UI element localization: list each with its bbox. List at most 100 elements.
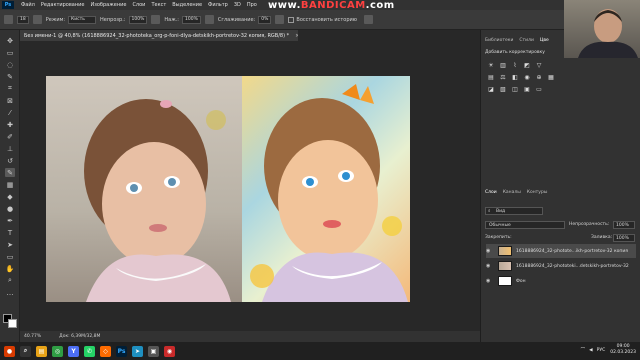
brush-settings-icon[interactable] xyxy=(32,15,42,24)
brightness-icon[interactable]: ☀ xyxy=(487,62,495,69)
mixer-brush-tool-icon[interactable] xyxy=(4,15,13,24)
pen-tool-icon[interactable]: ✒ xyxy=(5,216,15,225)
pressure-size-icon[interactable] xyxy=(363,15,373,24)
layer-opacity-input[interactable]: 100% xyxy=(613,221,635,229)
layer-row[interactable]: ◉ 1618886924_32-phototeki...detskikh-por… xyxy=(486,259,636,273)
layer-row[interactable]: ◉ Фон xyxy=(486,274,636,288)
visibility-eye-icon[interactable]: ◉ xyxy=(486,278,494,284)
mixer-brush-tool-icon[interactable]: ✎ xyxy=(5,168,15,177)
layer-thumbnail xyxy=(498,261,512,271)
yandex-icon[interactable]: Y xyxy=(68,345,79,357)
posterize-icon[interactable]: ▧ xyxy=(499,86,507,93)
fill-input[interactable]: 100% xyxy=(613,234,635,242)
artboard-tool-icon[interactable]: ▭ xyxy=(5,48,15,57)
clone-stamp-tool-icon[interactable]: ⊥ xyxy=(5,144,15,153)
smoothing-input[interactable]: 0% xyxy=(258,15,272,24)
language-indicator[interactable]: РУС xyxy=(597,348,606,353)
history-brush-tool-icon[interactable]: ↺ xyxy=(5,156,15,165)
photo-filter-icon[interactable]: ◉ xyxy=(523,74,531,81)
record-app-icon[interactable]: ● xyxy=(4,345,15,357)
bandicam-icon[interactable]: ◉ xyxy=(164,345,175,357)
gradient-map-icon[interactable]: ▭ xyxy=(535,86,543,93)
invert-icon[interactable]: ◪ xyxy=(487,86,495,93)
layer-row[interactable]: ◉ 1618886924_32-photote...ikh-portretov-… xyxy=(486,244,636,258)
layer-name[interactable]: 1618886924_32-phototeki...detskikh-portr… xyxy=(516,264,629,269)
menu-select[interactable]: Выделение xyxy=(169,2,205,8)
menu-filter[interactable]: Фильтр xyxy=(205,2,231,8)
curves-icon[interactable]: ⌇ xyxy=(511,62,519,69)
menu-text[interactable]: Текст xyxy=(148,2,169,8)
tab-color[interactable]: Цве xyxy=(540,38,549,43)
blend-mode-select[interactable]: Обычные xyxy=(485,221,565,229)
brush-size-picker[interactable]: 18 xyxy=(17,15,29,24)
photoshop-logo-icon[interactable]: Ps xyxy=(2,1,14,9)
close-tab-icon[interactable]: × xyxy=(295,33,298,39)
mode-select[interactable]: Кисть xyxy=(68,15,97,24)
chrome-icon[interactable]: ◎ xyxy=(52,345,63,357)
search-icon[interactable]: ⌕ xyxy=(20,345,31,357)
menu-file[interactable]: Файл xyxy=(18,2,38,8)
threshold-icon[interactable]: ◫ xyxy=(511,86,519,93)
rectangle-tool-icon[interactable]: ▭ xyxy=(5,252,15,261)
menu-view[interactable]: Про xyxy=(244,2,260,8)
app-icon[interactable]: ▣ xyxy=(148,345,159,357)
crop-tool-icon[interactable]: ⌗ xyxy=(5,84,15,93)
eyedropper-tool-icon[interactable]: ⁄ xyxy=(5,108,15,117)
visibility-eye-icon[interactable]: ◉ xyxy=(486,263,494,269)
healing-brush-tool-icon[interactable]: ✚ xyxy=(5,120,15,129)
wifi-icon[interactable]: ⌒ xyxy=(581,347,586,353)
selective-color-icon[interactable]: ▣ xyxy=(523,86,531,93)
menu-3d[interactable]: 3D xyxy=(231,2,244,8)
tab-styles[interactable]: Стили xyxy=(519,38,534,43)
gradient-tool-icon[interactable]: ▦ xyxy=(5,180,15,189)
opacity-input[interactable]: 100% xyxy=(128,15,148,24)
telegram-icon[interactable]: ➤ xyxy=(132,345,143,357)
lasso-tool-icon[interactable]: ◌ xyxy=(5,60,15,69)
menu-image[interactable]: Изображение xyxy=(87,2,129,8)
tab-libraries[interactable]: Библиотеки xyxy=(485,38,513,43)
levels-icon[interactable]: ▥ xyxy=(499,62,507,69)
color-lookup-icon[interactable]: ▦ xyxy=(547,74,555,81)
menu-edit[interactable]: Редактирование xyxy=(38,2,88,8)
brush-tool-icon[interactable]: ✐ xyxy=(5,132,15,141)
color-balance-icon[interactable]: ⚖ xyxy=(499,74,507,81)
document-tab[interactable]: Без имени-1 @ 40,8% (1618886924_32-photo… xyxy=(20,30,298,41)
pressure-input[interactable]: 100% xyxy=(181,15,201,24)
more-tools-icon[interactable]: … xyxy=(5,288,15,297)
airbrush-icon[interactable] xyxy=(204,15,214,24)
zoom-level[interactable]: 40.77% xyxy=(24,334,41,339)
exposure-icon[interactable]: ◩ xyxy=(523,62,531,69)
vibrance-icon[interactable]: ▽ xyxy=(535,62,543,69)
tab-paths[interactable]: Контуры xyxy=(527,190,548,195)
blur-tool-icon[interactable]: ◆ xyxy=(5,192,15,201)
layer-filter-select[interactable]: ⌕ Вид xyxy=(485,207,543,215)
background-color-swatch[interactable] xyxy=(8,319,17,328)
file-explorer-icon[interactable]: ▤ xyxy=(36,345,47,357)
photoshop-taskbar-icon[interactable]: Ps xyxy=(116,345,127,357)
menu-layers[interactable]: Слои xyxy=(129,2,148,8)
channel-mixer-icon[interactable]: ⊕ xyxy=(535,74,543,81)
tab-channels[interactable]: Каналы xyxy=(503,190,521,195)
black-white-icon[interactable]: ◧ xyxy=(511,74,519,81)
document-canvas[interactable] xyxy=(46,76,410,302)
type-tool-icon[interactable]: T xyxy=(5,228,15,237)
path-select-tool-icon[interactable]: ➤ xyxy=(5,240,15,249)
move-tool-icon[interactable]: ✥ xyxy=(5,36,15,45)
clock[interactable]: 09:00 02.03.2023 xyxy=(610,344,636,356)
dodge-tool-icon[interactable]: ● xyxy=(5,204,15,213)
ok-icon[interactable]: ◇ xyxy=(100,345,111,357)
whatsapp-icon[interactable]: ✆ xyxy=(84,345,95,357)
smoothing-settings-icon[interactable] xyxy=(275,15,285,24)
quick-select-tool-icon[interactable]: ✎ xyxy=(5,72,15,81)
hand-tool-icon[interactable]: ✋ xyxy=(5,264,15,273)
layer-name[interactable]: 1618886924_32-photote...ikh-portretov-32… xyxy=(516,249,628,254)
restore-history-checkbox[interactable] xyxy=(288,16,295,23)
frame-tool-icon[interactable]: ⊠ xyxy=(5,96,15,105)
tab-layers[interactable]: Слои xyxy=(485,190,497,195)
pressure-opacity-icon[interactable] xyxy=(151,15,161,24)
hue-saturation-icon[interactable]: ▤ xyxy=(487,74,495,81)
volume-icon[interactable]: ◀ xyxy=(589,348,592,353)
visibility-eye-icon[interactable]: ◉ xyxy=(486,248,494,254)
layer-name[interactable]: Фон xyxy=(516,279,526,284)
zoom-tool-icon[interactable]: ⌕ xyxy=(5,276,15,285)
